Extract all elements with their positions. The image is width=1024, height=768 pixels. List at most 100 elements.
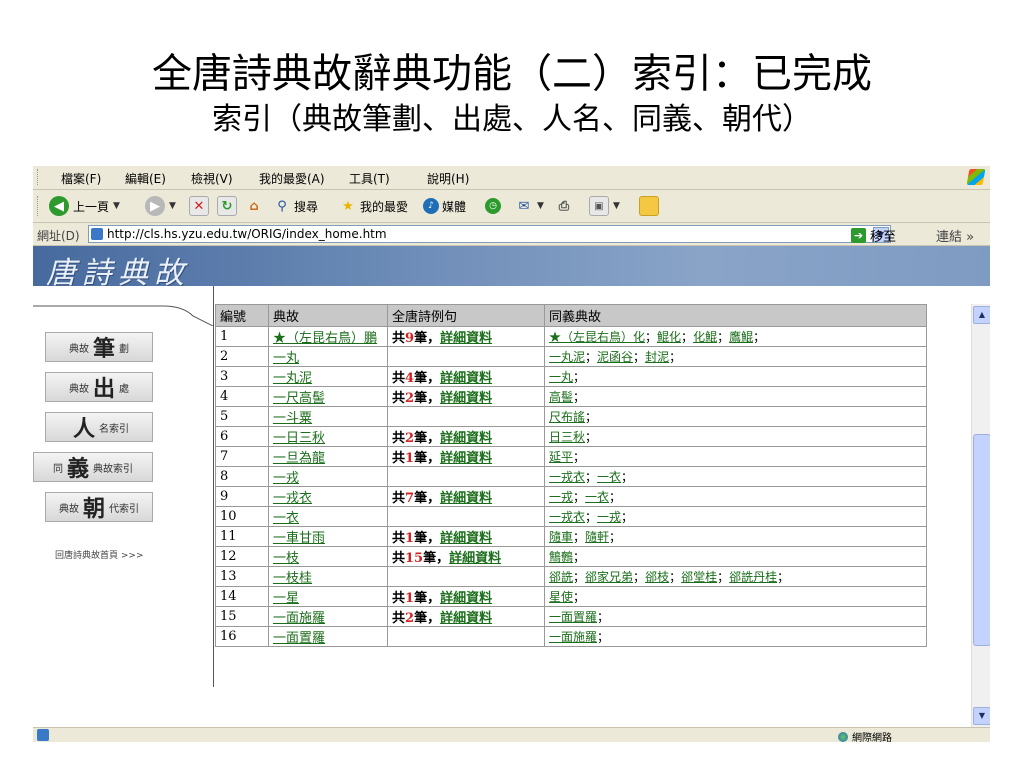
allusion-link[interactable]: 一丸泥 <box>273 371 312 386</box>
synonym-link[interactable]: 郤詵 <box>549 570 573 584</box>
synonym-link[interactable]: ★（左昆右鳥）化 <box>549 330 645 344</box>
synonym-link[interactable]: 化鯤 <box>693 330 717 344</box>
synonym-link[interactable]: 星使 <box>549 590 573 604</box>
allusion-link[interactable]: 一衣 <box>273 511 299 526</box>
allusion-link[interactable]: 一面施羅 <box>273 611 325 626</box>
scroll-thumb[interactable] <box>973 434 990 646</box>
detail-link[interactable]: 詳細資料 <box>440 591 492 606</box>
back-home-link[interactable]: 回唐詩典故首頁 >>> <box>55 548 143 561</box>
edit-button[interactable]: ▣ ▼ <box>589 195 620 217</box>
nav-synonym-index[interactable]: 同 義 典故索引 <box>33 452 153 482</box>
detail-link[interactable]: 詳細資料 <box>440 451 492 466</box>
menu-edit[interactable]: 編輯(E) <box>125 170 166 187</box>
synonym-link[interactable]: 郤枝 <box>645 570 669 584</box>
nav-stroke-index[interactable]: 典故 筆 劃 <box>45 332 153 362</box>
synonym-link[interactable]: 一戎 <box>597 510 621 524</box>
allusion-link[interactable]: 一日三秋 <box>273 431 325 446</box>
allusion-link[interactable]: 一枝 <box>273 551 299 566</box>
count-prefix: 共 <box>392 551 406 566</box>
allusion-link[interactable]: 一斗粟 <box>273 411 312 426</box>
synonym-link[interactable]: 郤詵丹桂 <box>729 570 777 584</box>
synonym-link[interactable]: 一丸 <box>549 370 573 384</box>
allusion-link[interactable]: 一戎衣 <box>273 491 312 506</box>
forward-button[interactable]: ▶ ▼ <box>145 195 176 217</box>
synonym-link[interactable]: 一丸泥 <box>549 350 585 364</box>
allusion-link[interactable]: 一枝桂 <box>273 571 312 586</box>
count-prefix: 共 <box>392 591 406 606</box>
search-button[interactable]: ⚲ 搜尋 <box>273 195 318 217</box>
detail-link[interactable]: 詳細資料 <box>440 391 492 406</box>
detail-link[interactable]: 詳細資料 <box>440 371 492 386</box>
separator: ； <box>573 590 586 604</box>
allusion-link[interactable]: 一戎 <box>273 471 299 486</box>
chevron-down-icon[interactable]: ▼ <box>537 201 544 211</box>
synonym-link[interactable]: 郤堂桂 <box>681 570 717 584</box>
detail-link[interactable]: 詳細資料 <box>440 431 492 446</box>
nav-person-index[interactable]: 人 名索引 <box>45 412 153 442</box>
print-button[interactable]: ⎙ <box>555 195 573 217</box>
address-input[interactable]: http://cls.hs.yzu.edu.tw/ORIG/index_home… <box>88 225 891 243</box>
detail-link[interactable]: 詳細資料 <box>449 551 501 566</box>
vertical-scrollbar[interactable]: ▲ ▼ <box>971 304 990 727</box>
home-button[interactable]: ⌂ <box>245 195 263 217</box>
synonym-link[interactable]: 鯤化 <box>657 330 681 344</box>
chevron-down-icon[interactable]: ▼ <box>113 201 120 211</box>
chevron-down-icon[interactable]: ▼ <box>613 201 620 211</box>
menu-help[interactable]: 說明(H) <box>427 170 469 187</box>
menu-tools[interactable]: 工具(T) <box>349 170 390 187</box>
synonym-link[interactable]: 一戎衣 <box>549 510 585 524</box>
detail-link[interactable]: 詳細資料 <box>440 491 492 506</box>
refresh-button[interactable]: ↻ <box>217 195 237 217</box>
detail-link[interactable]: 詳細資料 <box>440 611 492 626</box>
allusion-link[interactable]: 一旦為龍 <box>273 451 325 466</box>
links-button[interactable]: 連結 » <box>936 226 974 245</box>
allusion-link[interactable]: 一面置羅 <box>273 631 325 646</box>
allusion-link[interactable]: 一丸 <box>273 351 299 366</box>
stop-button[interactable]: ✕ <box>189 195 209 217</box>
synonym-link[interactable]: 一面施羅 <box>549 630 597 644</box>
synonym-link[interactable]: 一戎 <box>549 490 573 504</box>
allusion-link[interactable]: ★（左昆右鳥）鵬 <box>273 331 377 346</box>
synonym-link[interactable]: 一面置羅 <box>549 610 597 624</box>
allusion-link[interactable]: 一車甘雨 <box>273 531 325 546</box>
menu-view[interactable]: 檢視(V) <box>191 170 233 187</box>
synonym-link[interactable]: 鷦鷯 <box>549 550 573 564</box>
scroll-down-icon[interactable]: ▼ <box>973 707 990 725</box>
mail-button[interactable]: ✉ ▼ <box>515 195 544 217</box>
favorites-button[interactable]: ★ 我的最愛 <box>339 195 408 217</box>
media-button[interactable]: ♪ 媒體 <box>423 195 466 217</box>
detail-link[interactable]: 詳細資料 <box>440 531 492 546</box>
row-term-cell: 一旦為龍 <box>268 446 388 467</box>
chevron-down-icon[interactable]: ▼ <box>169 201 176 211</box>
count-prefix: 共 <box>392 431 406 446</box>
synonym-link[interactable]: 尺布謠 <box>549 410 585 424</box>
allusion-link[interactable]: 一尺高髻 <box>273 391 325 406</box>
allusion-link[interactable]: 一星 <box>273 591 299 606</box>
detail-link[interactable]: 詳細資料 <box>440 331 492 346</box>
nav-dynasty-index[interactable]: 典故 朝 代索引 <box>45 492 153 522</box>
synonym-link[interactable]: 鷹鯤 <box>729 330 753 344</box>
folder-button[interactable] <box>639 195 659 217</box>
back-button[interactable]: ◀ 上一頁 ▼ <box>49 195 120 217</box>
synonym-link[interactable]: 一戎衣 <box>549 470 585 484</box>
synonym-link[interactable]: 封泥 <box>645 350 669 364</box>
count-number: 2 <box>405 611 415 626</box>
synonym-link[interactable]: 一衣 <box>585 490 609 504</box>
synonym-link[interactable]: 日三秋 <box>549 430 585 444</box>
row-number: 6 <box>215 426 269 447</box>
synonym-link[interactable]: 隨軒 <box>585 530 609 544</box>
nav-source-index[interactable]: 典故 出 處 <box>45 372 153 402</box>
table-row: 7 一旦為龍 共1筆，詳細資料 延平； <box>215 446 927 467</box>
go-button[interactable]: ➔ 移至 <box>851 226 896 245</box>
menu-favorites[interactable]: 我的最愛(A) <box>259 170 325 187</box>
synonym-link[interactable]: 一衣 <box>597 470 621 484</box>
synonym-link[interactable]: 郤家兄弟 <box>585 570 633 584</box>
history-button[interactable]: ◷ <box>485 195 501 217</box>
address-bar: 網址(D) http://cls.hs.yzu.edu.tw/ORIG/inde… <box>33 223 990 246</box>
synonym-link[interactable]: 延平 <box>549 450 573 464</box>
synonym-link[interactable]: 泥函谷 <box>597 350 633 364</box>
menu-file[interactable]: 檔案(F) <box>61 170 101 187</box>
synonym-link[interactable]: 高髻 <box>549 390 573 404</box>
scroll-up-icon[interactable]: ▲ <box>973 306 990 324</box>
synonym-link[interactable]: 隨車 <box>549 530 573 544</box>
